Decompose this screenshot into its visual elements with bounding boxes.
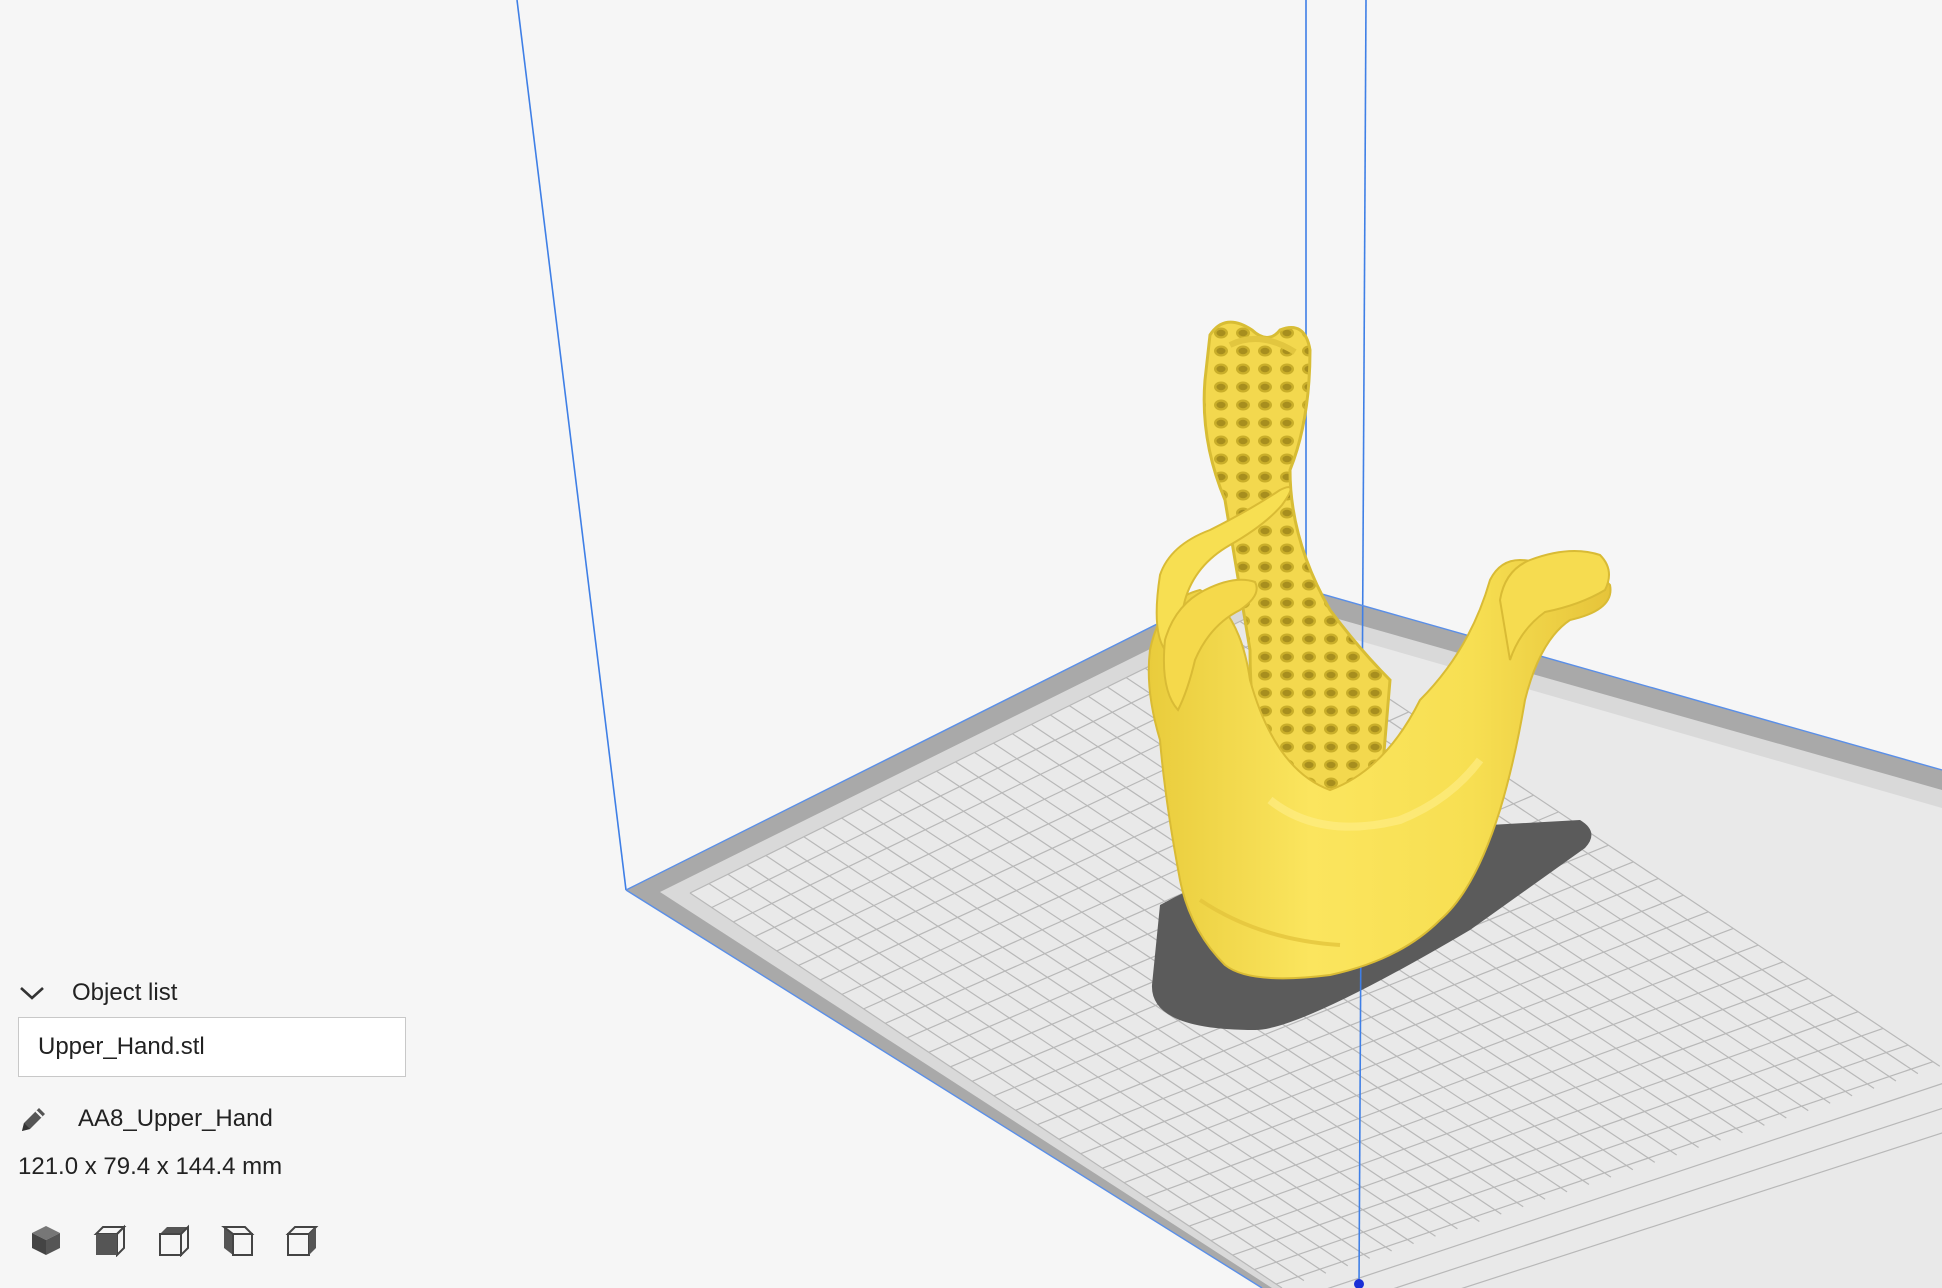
object-panel: Object list Upper_Hand.stl AA8_Upper_Han… [18, 975, 438, 1275]
view-right-icon[interactable] [282, 1220, 322, 1260]
chevron-down-icon [18, 975, 52, 1011]
pencil-icon[interactable] [18, 1102, 52, 1136]
view-front-icon[interactable] [90, 1220, 130, 1260]
view-orientation-toolbar [26, 1220, 346, 1260]
object-name-row[interactable]: AA8_Upper_Hand [18, 1099, 438, 1139]
view-top-icon[interactable] [154, 1220, 194, 1260]
object-list-label: Object list [72, 979, 178, 1006]
object-list-toggle[interactable]: Object list [18, 975, 318, 1011]
object-name: AA8_Upper_Hand [78, 1105, 273, 1132]
view-left-icon[interactable] [218, 1220, 258, 1260]
object-list-item[interactable]: Upper_Hand.stl [18, 1017, 406, 1077]
view-3d-icon[interactable] [26, 1220, 66, 1260]
object-dimensions: 121.0 x 79.4 x 144.4 mm [18, 1153, 283, 1180]
